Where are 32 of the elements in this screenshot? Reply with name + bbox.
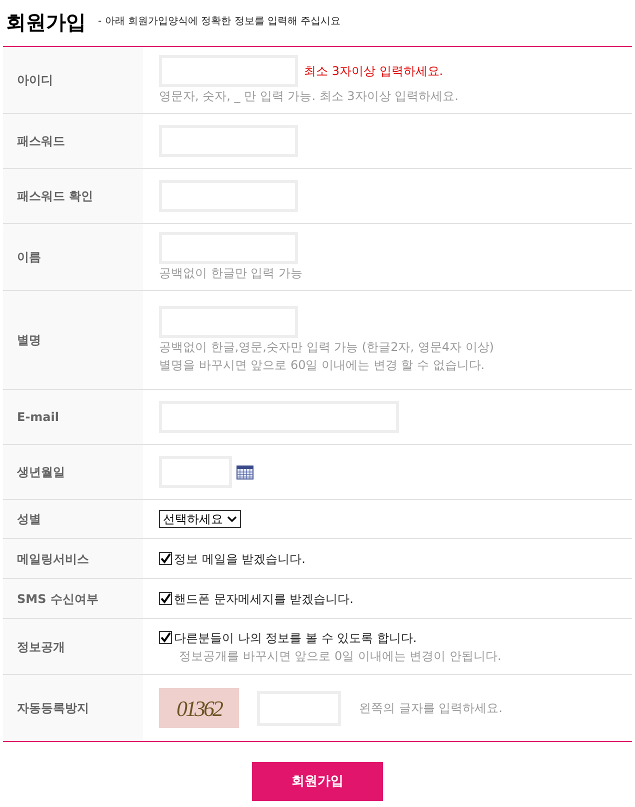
checkbox[interactable] bbox=[159, 592, 172, 605]
captcha-instruction: 왼쪽의 글자를 입력하세요. bbox=[359, 700, 502, 717]
calendar-icon[interactable] bbox=[236, 464, 254, 480]
page-title: 회원가입 bbox=[6, 9, 86, 36]
field-label: 아이디 bbox=[17, 72, 53, 89]
field-label: 이름 bbox=[17, 249, 41, 266]
field-label: 메일링서비스 bbox=[17, 550, 89, 568]
page-subtitle: - 아래 회원가입양식에 정확한 정보를 입력해 주십시요 bbox=[98, 15, 341, 29]
checkbox-label: 정보 메일을 받겠습니다. bbox=[174, 550, 306, 568]
field-label: 패스워드 확인 bbox=[17, 188, 94, 205]
field-label: 성별 bbox=[17, 511, 41, 528]
error-message: 최소 3자이상 입력하세요. bbox=[304, 63, 444, 80]
select-dropdown[interactable]: 선택하세요 bbox=[159, 510, 241, 528]
field-label: 자동등록방지 bbox=[17, 700, 89, 717]
signup-button[interactable]: 회원가입 bbox=[252, 762, 383, 801]
captcha-image: 01362 bbox=[159, 688, 239, 728]
hint-text: 별명을 바꾸시면 앞으로 60일 이내에는 변경 할 수 없습니다. bbox=[159, 357, 486, 374]
checkbox-label: 핸드폰 문자메세지를 받겠습니다. bbox=[174, 590, 354, 608]
hint-text: 공백없이 한글만 입력 가능 bbox=[159, 265, 302, 282]
field-label: 정보공개 bbox=[17, 638, 65, 656]
hint-text: 공백없이 한글,영문,숫자만 입력 가능 (한글2자, 영문4자 이상) bbox=[159, 339, 494, 356]
checkbox[interactable] bbox=[159, 631, 172, 644]
hint-text: 영문자, 숫자, _ 만 입력 가능. 최소 3자이상 입력하세요. bbox=[159, 88, 458, 105]
checkbox[interactable] bbox=[159, 552, 172, 565]
chevron-down-icon bbox=[227, 516, 237, 522]
field-label: E-mail bbox=[17, 409, 60, 426]
field-label: 생년월일 bbox=[17, 464, 65, 481]
field-label: 별명 bbox=[17, 332, 41, 349]
field-label: 패스워드 bbox=[17, 133, 65, 150]
checkbox-label: 다른분들이 나의 정보를 볼 수 있도록 합니다. bbox=[174, 630, 417, 646]
field-label: SMS 수신여부 bbox=[17, 590, 98, 608]
hint-text: 정보공개를 바꾸시면 앞으로 0일 이내에는 변경이 안됩니다. bbox=[178, 648, 502, 664]
